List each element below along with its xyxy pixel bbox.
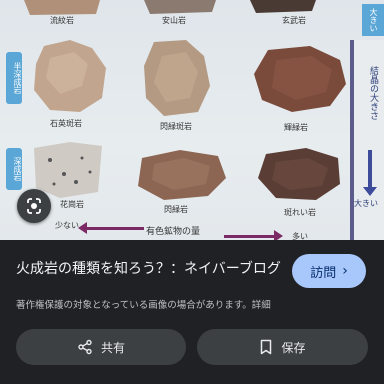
google-lens-icon — [27, 198, 41, 214]
copyright-notice-text: 著作権保護の対象となっている画像の場合があります。 — [16, 300, 252, 311]
grain-size-strip — [350, 40, 354, 240]
rock-andesite — [144, 0, 216, 14]
rock-diorite-porphyry — [144, 40, 210, 116]
rock-label-quartz-porphyry: 石英斑岩 — [50, 119, 82, 128]
mineral-amount-label: 有色鉱物の量 — [146, 227, 201, 237]
visit-button[interactable]: 訪問 › — [292, 254, 366, 288]
chevron-right-icon: › — [342, 263, 348, 279]
bookmark-icon — [261, 339, 272, 355]
arrow-left-line — [84, 227, 144, 230]
rock-quartz-porphyry — [34, 40, 106, 112]
grain-size-label: 結晶の大きさ — [368, 66, 378, 120]
save-label: 保存 — [281, 340, 306, 355]
side-tag-plutonic: 深成岩 — [6, 148, 22, 190]
rock-label-diorite: 閃緑岩 — [164, 205, 188, 214]
rock-label-diabase: 輝緑岩 — [284, 123, 308, 132]
rock-label-diorite-porphyry: 閃緑斑岩 — [160, 122, 192, 131]
rock-basalt — [250, 0, 316, 13]
rock-diabase — [254, 46, 346, 112]
corner-tag: 大きい — [362, 4, 384, 36]
side-tag-hypabyssal: 半深成岩 — [6, 52, 22, 104]
details-link[interactable]: 詳細 — [252, 300, 271, 311]
copyright-notice: 著作権保護の対象となっている画像の場合があります。詳細 — [16, 297, 271, 311]
rock-gabbro — [258, 148, 340, 200]
share-button[interactable]: 共有 — [16, 329, 186, 365]
rock-diorite — [138, 150, 226, 200]
grain-size-arrow — [363, 150, 377, 196]
grain-big-label: 大きい — [354, 199, 378, 208]
rock-label-granite: 花崗岩 — [60, 200, 84, 209]
rock-label-rhyolite: 流紋岩 — [50, 16, 74, 25]
share-icon — [78, 339, 92, 355]
rock-label-gabbro: 斑れい岩 — [284, 208, 316, 217]
rock-rhyolite — [24, 0, 100, 15]
arrow-right-line — [224, 235, 274, 238]
lens-button[interactable] — [17, 189, 51, 223]
rock-label-andesite: 安山岩 — [162, 16, 186, 25]
result-title[interactable]: 火成岩の種類を知ろう？：ネイバーブログ — [16, 258, 286, 278]
arrow-right-head — [274, 230, 283, 240]
mineral-big-label: 多い — [292, 232, 308, 240]
share-label: 共有 — [100, 340, 125, 355]
rock-label-basalt: 玄武岩 — [282, 16, 306, 25]
visit-label: 訪問 — [310, 265, 337, 281]
search-result-image[interactable]: 大きい 半深成岩 深成岩 結晶の大きさ 大きい 流紋岩 安山岩 玄武岩 石英斑岩… — [0, 0, 384, 240]
save-button[interactable]: 保存 — [197, 329, 368, 365]
mineral-small-label: 少ない — [55, 221, 79, 230]
